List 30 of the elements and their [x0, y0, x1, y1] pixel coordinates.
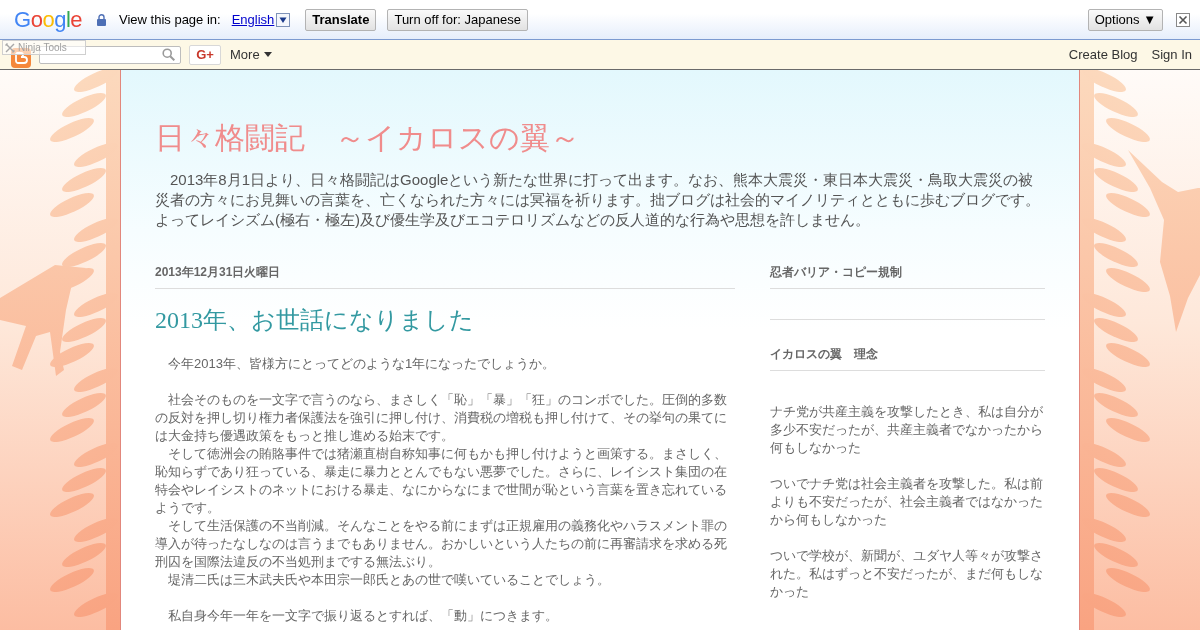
translate-button[interactable]: Translate — [305, 8, 377, 31]
turn-off-button[interactable]: Turn off for: Japanese — [387, 8, 528, 31]
post-paragraph: そして生活保護の不当削減。そんなことをやる前にまずは正規雇用の義務化やハラスメント罪の導入が待ったなしなのは言うまでもありません。おかしいという人たちの前に再審請求を求める死刑囚を国際法違反の不当処刑までする無法ぶり。 — [155, 517, 728, 571]
tools-icon — [5, 42, 15, 53]
more-menu[interactable]: More — [230, 47, 272, 62]
widget-paragraph: ついで学校が、新聞が、ユダヤ人等々が攻撃された。私はずっと不安だったが、まだ何もしなかった — [770, 547, 1044, 601]
google-plus-button[interactable]: G+ — [189, 44, 221, 65]
widget-paragraph: ついでナチ党は社会主義者を攻撃した。私は前よりも不安だったが、社会主義者ではなかったから何もしなかった — [770, 475, 1044, 529]
post-paragraph: 社会そのものを一文字で言うのなら、まさしく「恥」「暴」「狂」のコンボでした。圧倒的多数の反対を押し切り権力者保護法を強引に押し付け、消費税の増税も押し付けて、その挙句の果てには大金持ち優遇政策をもっと推し進める始末です。 — [155, 391, 728, 445]
widget-title: 忍者バリア・コピー規制 — [770, 264, 1045, 289]
lock-icon — [97, 13, 106, 26]
post-paragraph: そして徳洲会の賄賂事件では猪瀬直樹自称知事に何もかも押し付けようと画策する。まさしく、恥知らずであり狂っている、暴走に暴力ととんでもない悪夢でした。さらに、レイシスト集団の在特会やレイシストのネットにおける暴走、なにからなにまで世間が恥という言葉を置き忘れているようです。 — [155, 445, 728, 517]
badge-label: Ninja Tools — [18, 42, 67, 53]
blog-description: 2013年8月1日より、日々格闘記はGoogleという新たな世界に打って出ます。なお、熊本大震災・東日本大震災・鳥取大震災の被災者の方々にお見舞いの言葉を、亡くなられた方々には冥福を祈ります。拙ブログは社会的マイノリティとともに歩むブログです。よってレイシズム(極右・極左)及び優生学及びエコテロリズムなどの反人道的な行為や思想を許しません。 — [155, 170, 1041, 230]
post-paragraph: 堤清二氏は三木武夫氏や本田宗一郎氏とあの世で嘆いていることでしょう。 — [167, 571, 611, 589]
language-link[interactable]: English — [231, 12, 275, 27]
caret-icon[interactable] — [263, 52, 272, 57]
search-icon[interactable] — [162, 48, 175, 61]
widget-paragraph: ナチ党が共産主義を攻撃したとき、私は自分が多少不安だったが、共産主義者でなかったから何もしなかった — [770, 403, 1044, 457]
google-logo: Google — [14, 7, 82, 32]
post-paragraph: 私自身今年一年を一文字で振り返るとすれば、「動」につきます。 — [167, 607, 559, 625]
search-field[interactable] — [39, 45, 181, 64]
close-icon[interactable] — [1176, 12, 1190, 27]
post-paragraph: 今年2013年、皆様方にとってどのような1年になったでしょうか。 — [167, 355, 557, 373]
navbar-link[interactable]: Create Blog — [1068, 47, 1138, 62]
translate-prompt: View this page in: — [119, 12, 221, 27]
options-button[interactable]: Options ▼ — [1087, 8, 1163, 31]
post-date: 2013年12月31日火曜日 — [155, 264, 735, 289]
navbar-link[interactable]: Sign In — [1151, 47, 1192, 62]
widget-title: イカロスの翼 理念 — [770, 346, 1045, 371]
